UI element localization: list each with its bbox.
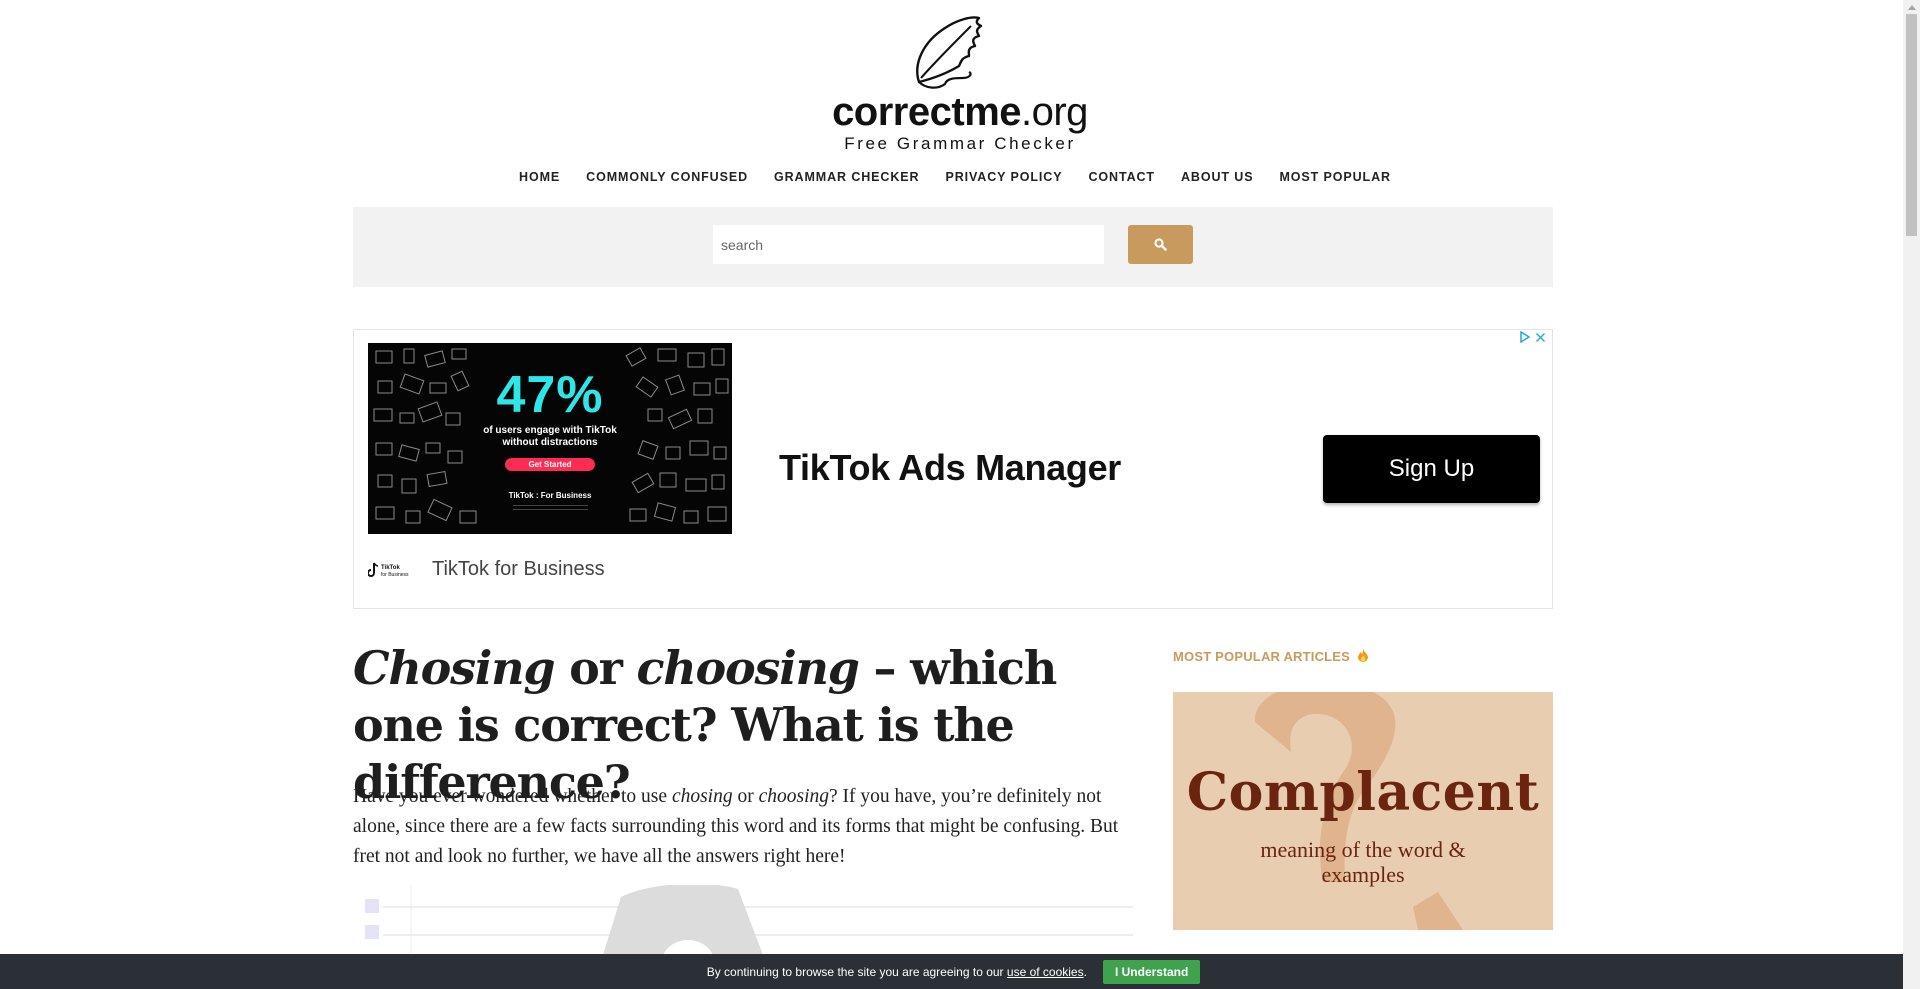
svg-text:TikTok: TikTok xyxy=(381,565,400,571)
page-scrollbar[interactable] xyxy=(1903,0,1920,989)
nav-commonly-confused[interactable]: COMMONLY CONFUSED xyxy=(586,170,748,184)
ad-fine-print xyxy=(513,505,588,510)
card-description: meaning of the word & examples xyxy=(1260,837,1466,887)
ad-advertiser[interactable]: TikTok for Business TikTok for Business xyxy=(368,558,605,581)
nav-home[interactable]: HOME xyxy=(519,170,560,184)
tiktok-logo-icon: TikTok for Business xyxy=(368,561,416,579)
nav-contact[interactable]: CONTACT xyxy=(1088,170,1154,184)
search-button[interactable] xyxy=(1128,225,1193,264)
brand-name: correctme.org xyxy=(832,90,1088,134)
adchoices-icon[interactable] xyxy=(1519,331,1531,343)
nav-about-us[interactable]: ABOUT US xyxy=(1181,170,1253,184)
popular-article-card[interactable]: Complacent meaning of the word & example… xyxy=(1173,692,1553,930)
ad-stat-caption: of users engage with TikTok without distr… xyxy=(483,425,617,448)
ad-sign-up-button[interactable]: Sign Up xyxy=(1323,435,1540,503)
scroll-up-arrow-icon[interactable] xyxy=(1903,0,1920,14)
ad-headline[interactable]: TikTok Ads Manager xyxy=(779,447,1121,489)
ad-get-started-badge: Get Started xyxy=(505,458,595,471)
search-input[interactable] xyxy=(713,225,1104,264)
article-intro: Have you ever wondered whether to use ch… xyxy=(353,786,1119,867)
advertisement[interactable]: 47% of users engage with TikTok without d… xyxy=(353,329,1553,609)
sidebar-heading: MOST POPULAR ARTICLES xyxy=(1173,649,1369,665)
nav-most-popular[interactable]: MOST POPULAR xyxy=(1279,170,1391,184)
fire-icon xyxy=(1357,649,1369,665)
ad-advertiser-name: TikTok for Business xyxy=(432,558,605,580)
card-word: Complacent xyxy=(1186,762,1540,823)
article-featured-image xyxy=(353,885,1133,955)
ad-brand-mark: TikTok : For Business xyxy=(508,491,592,500)
ad-stat: 47% xyxy=(496,366,604,424)
brand-tagline: Free Grammar Checker xyxy=(844,134,1076,153)
search-icon xyxy=(1154,238,1167,251)
cookie-accept-button[interactable]: I Understand xyxy=(1102,959,1201,984)
cookie-policy-link[interactable]: use of cookies xyxy=(1007,965,1084,979)
search-bar xyxy=(353,207,1553,287)
cookie-message: By continuing to browse the site you are… xyxy=(706,964,1087,979)
nav-grammar-checker[interactable]: GRAMMAR CHECKER xyxy=(774,170,919,184)
svg-text:for Business: for Business xyxy=(381,572,409,578)
nav-privacy-policy[interactable]: PRIVACY POLICY xyxy=(945,170,1062,184)
main-nav: HOME COMMONLY CONFUSED GRAMMAR CHECKER P… xyxy=(0,170,1910,184)
scrollbar-thumb[interactable] xyxy=(1906,14,1917,236)
ad-choices[interactable] xyxy=(1519,331,1546,343)
ad-image[interactable]: 47% of users engage with TikTok without d… xyxy=(368,343,732,534)
site-logo[interactable]: correctme.org Free Grammar Checker xyxy=(820,8,1100,153)
close-icon[interactable] xyxy=(1535,332,1546,343)
feather-logo-icon xyxy=(916,16,983,89)
cookie-banner: By continuing to browse the site you are… xyxy=(0,954,1907,989)
